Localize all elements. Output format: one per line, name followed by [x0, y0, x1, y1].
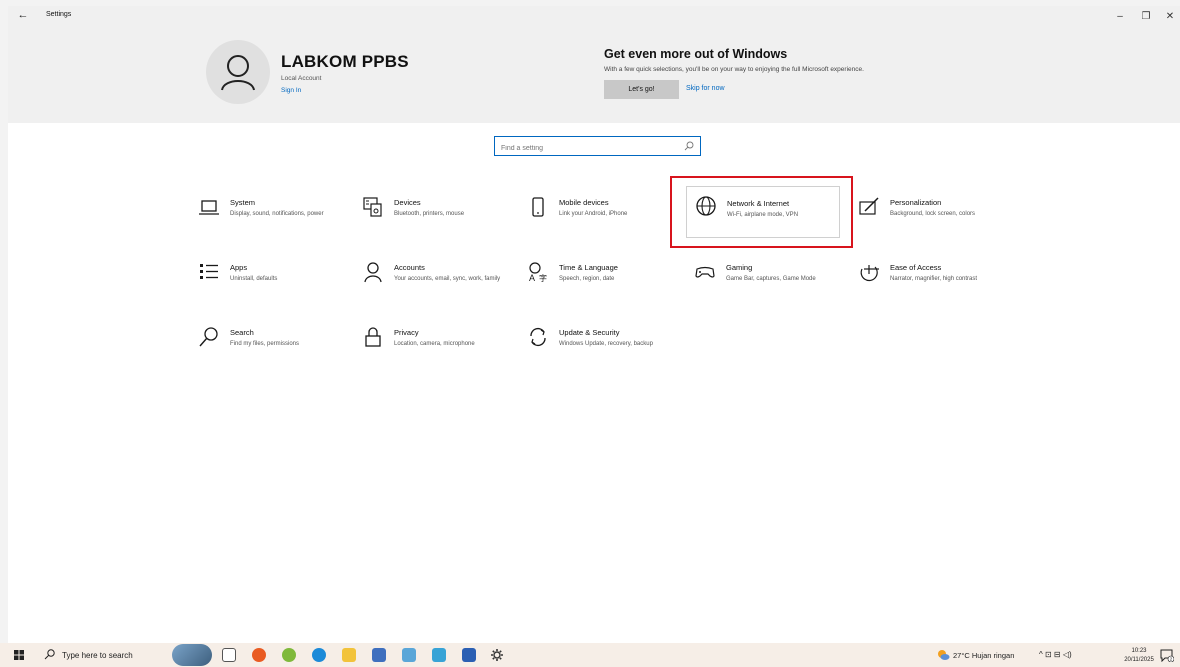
tile-desc: Background, lock screen, colors [890, 211, 976, 217]
tile-desc: Your accounts, email, sync, work, family [394, 276, 501, 282]
tile-title: Accounts [394, 263, 425, 272]
tile-ease-of-access[interactable]: Ease of Access Narrator, magnifier, high… [858, 261, 1018, 313]
apps-list-icon [200, 264, 218, 279]
tile-desc: Location, camera, microphone [394, 341, 475, 347]
phone-icon [532, 197, 544, 217]
gamepad-icon [695, 266, 715, 278]
tile-desc: Uninstall, defaults [230, 276, 278, 282]
news-widget-icon[interactable] [172, 644, 212, 666]
settings-search-box[interactable] [494, 136, 701, 158]
task-view-icon[interactable] [222, 648, 236, 662]
tile-desc: Bluetooth, printers, mouse [394, 211, 465, 217]
window-title: Settings [46, 11, 72, 18]
search-icon [684, 141, 694, 151]
tile-devices[interactable]: Devices Bluetooth, printers, mouse [362, 196, 522, 248]
tile-time-language[interactable]: A 字 Time & Language Speech, region, date [527, 261, 687, 313]
promo-title: Get even more out of Windows [604, 47, 788, 61]
user-icon [221, 55, 255, 91]
weather-icon[interactable] [936, 648, 950, 662]
system-tray-icons[interactable]: ^ ⊡ ⊟ ◁) [1039, 650, 1072, 659]
tile-title: Personalization [890, 198, 942, 207]
tile-desc: Find my files, permissions [230, 341, 300, 347]
taskbar-search-icon[interactable] [44, 649, 55, 660]
tile-desc: Windows Update, recovery, backup [559, 341, 653, 347]
tile-title: Privacy [394, 328, 419, 337]
tile-search[interactable]: Search Find my files, permissions [198, 326, 358, 378]
mail-icon[interactable] [432, 648, 446, 662]
tile-mobile-devices[interactable]: Mobile devices Link your Android, iPhone [527, 196, 687, 248]
tile-system[interactable]: System Display, sound, notifications, po… [198, 196, 358, 248]
svg-text:字: 字 [539, 273, 547, 283]
tile-privacy[interactable]: Privacy Location, camera, microphone [362, 326, 522, 378]
keyboard-icon [363, 197, 382, 217]
tile-title: Gaming [726, 263, 753, 272]
firefox-icon[interactable] [252, 648, 266, 662]
settings-gear-icon[interactable] [490, 648, 504, 662]
laptop-icon [199, 200, 219, 215]
tile-desc: Speech, region, date [559, 276, 615, 282]
taskbar-search-box[interactable]: Type here to search [62, 651, 133, 660]
tile-apps[interactable]: Apps Uninstall, defaults [198, 261, 358, 313]
store-icon[interactable] [372, 648, 386, 662]
tile-title: System [230, 198, 256, 207]
tile-accounts[interactable]: Accounts Your accounts, email, sync, wor… [362, 261, 522, 313]
edge-icon[interactable] [312, 648, 326, 662]
accessibility-icon [860, 265, 879, 282]
tile-personalization[interactable]: Personalization Background, lock screen,… [858, 196, 1018, 248]
svg-text:A: A [529, 273, 535, 283]
back-button[interactable]: ← [14, 9, 32, 25]
sync-icon [530, 328, 546, 346]
tile-title: Search [230, 328, 254, 337]
account-name: LABKOM PPBS [281, 52, 409, 71]
avatar[interactable] [206, 40, 270, 104]
tile-title: Devices [394, 198, 421, 207]
language-icon: A 字 [529, 262, 547, 283]
account-header: LABKOM PPBS Local Account Sign In Get ev… [8, 28, 1180, 123]
weather-text[interactable]: 27°C Hujan ringan [953, 651, 1014, 660]
notification-center-icon[interactable]: 2 [1160, 648, 1174, 662]
tile-title: Mobile devices [559, 198, 609, 207]
lock-icon [365, 327, 381, 347]
paint-icon [859, 197, 879, 215]
tile-gaming[interactable]: Gaming Game Bar, captures, Game Mode [694, 261, 854, 313]
tile-title: Ease of Access [890, 263, 942, 272]
settings-search-input[interactable] [495, 139, 675, 158]
clock-time: 10:23 [1131, 648, 1147, 654]
annotation-highlight-box [670, 176, 853, 248]
app-icon[interactable] [402, 648, 416, 662]
person-icon [364, 262, 382, 283]
windows-start-icon[interactable] [14, 650, 24, 660]
title-bar: ← Settings – ❐ ✕ [8, 6, 1180, 28]
promo-text: With a few quick selections, you'll be o… [604, 66, 864, 73]
tile-desc: Narrator, magnifier, high contrast [890, 276, 978, 282]
taskbar: Type here to search 27°C Hujan ringan ^ … [0, 643, 1180, 667]
tile-update-security[interactable]: Update & Security Windows Update, recove… [527, 326, 687, 378]
tile-desc: Link your Android, iPhone [559, 211, 628, 217]
tile-title: Apps [230, 263, 248, 272]
tile-title: Time & Language [559, 263, 618, 272]
lets-go-button[interactable]: Let's go! [604, 80, 679, 99]
settings-window: ← Settings – ❐ ✕ LABKOM PPBS Local Accou… [8, 6, 1180, 643]
tile-desc: Game Bar, captures, Game Mode [726, 276, 816, 282]
file-explorer-icon[interactable] [342, 648, 356, 662]
minimize-button[interactable]: – [1106, 8, 1134, 26]
search-icon [199, 327, 218, 347]
copilot-icon[interactable] [282, 648, 296, 662]
clock[interactable]: 10:23 20/11/2025 [1124, 647, 1154, 665]
account-type: Local Account [281, 75, 322, 82]
word-icon[interactable] [462, 648, 476, 662]
clock-date: 20/11/2025 [1124, 657, 1154, 663]
skip-link[interactable]: Skip for now [686, 85, 725, 92]
close-button[interactable]: ✕ [1156, 8, 1180, 26]
tile-title: Update & Security [559, 328, 620, 337]
tile-desc: Display, sound, notifications, power [230, 211, 324, 217]
sign-in-link[interactable]: Sign In [281, 87, 301, 94]
